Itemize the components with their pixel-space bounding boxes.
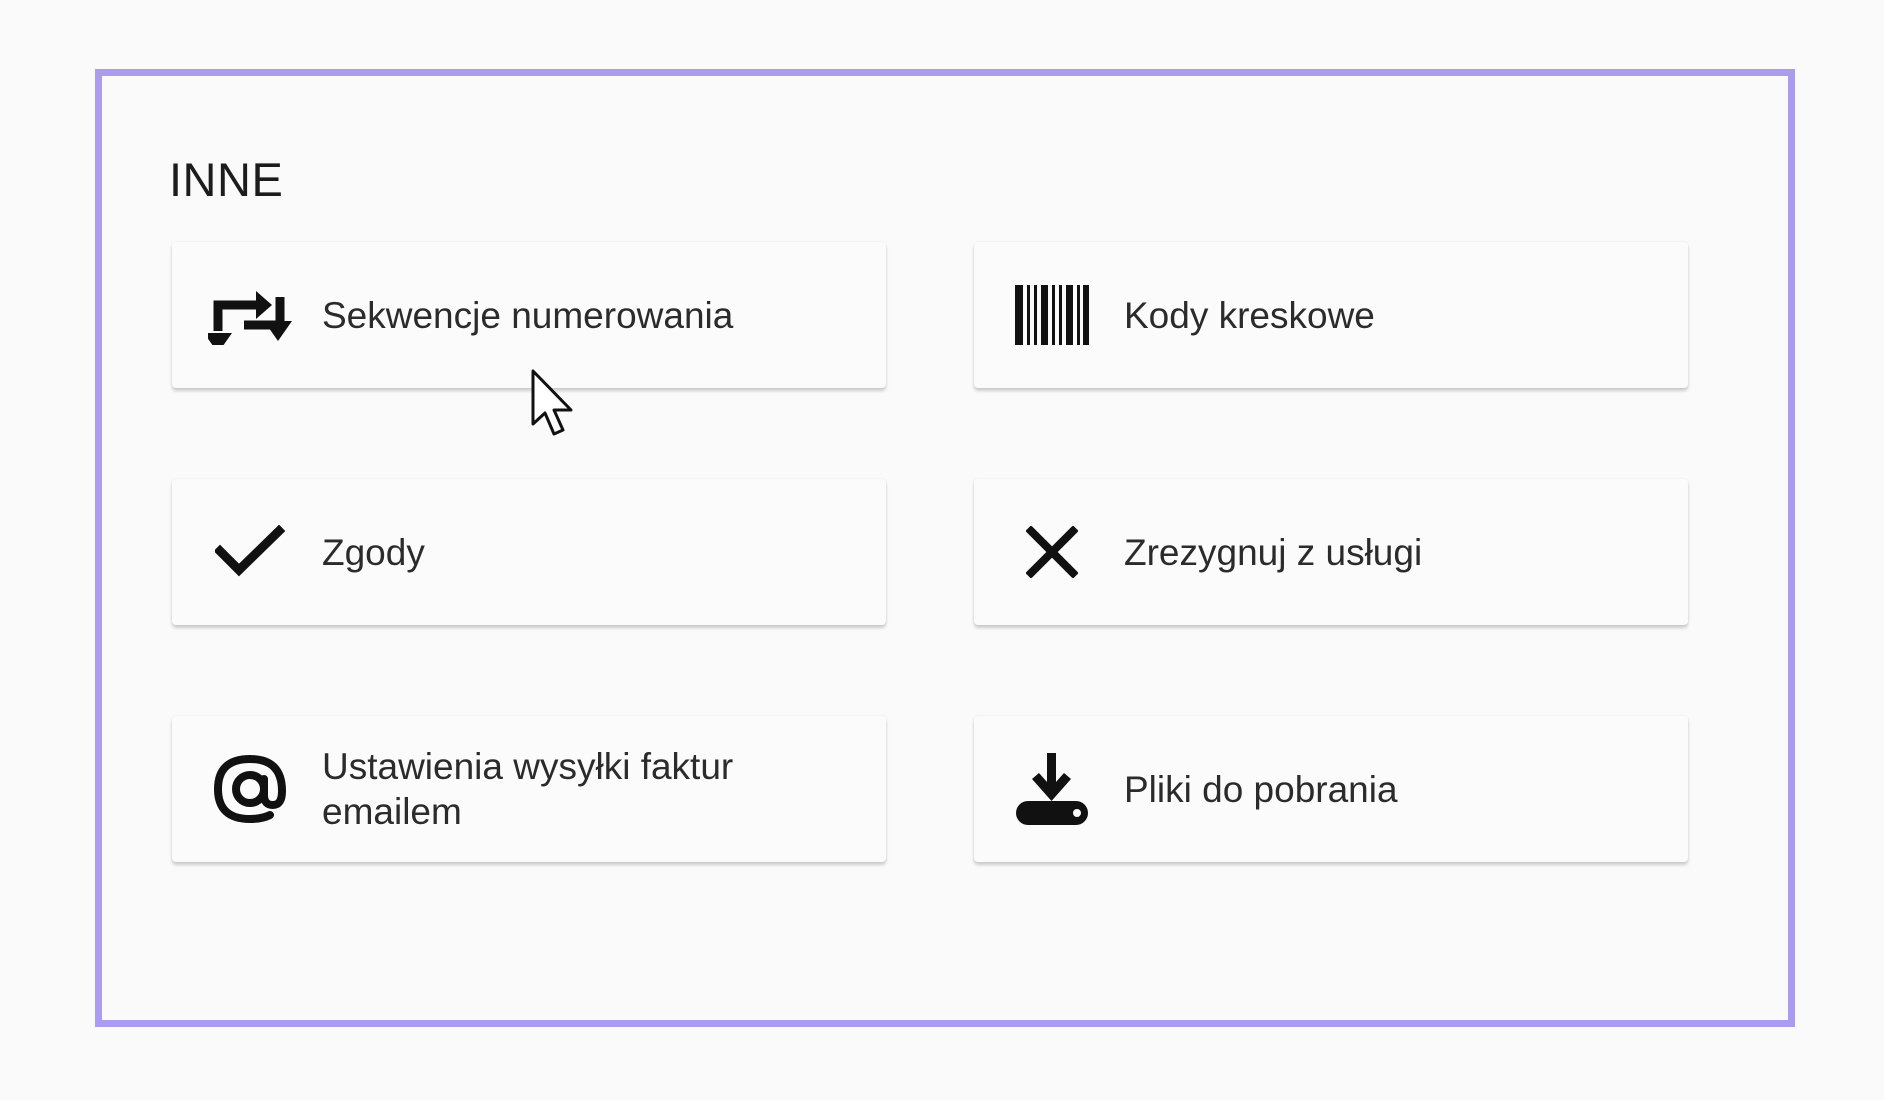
- download-icon: [1010, 747, 1094, 831]
- card-label: Ustawienia wysyłki faktur emailem: [322, 746, 734, 832]
- card-downloads[interactable]: Pliki do pobrania: [974, 716, 1688, 862]
- card-numbering-sequences[interactable]: Sekwencje numerowania: [172, 242, 886, 388]
- card-cancel-service[interactable]: Zrezygnuj z usługi: [974, 479, 1688, 625]
- card-label: Zrezygnuj z usługi: [1124, 531, 1423, 573]
- barcode-icon: [1010, 273, 1094, 357]
- section-title: INNE: [169, 153, 284, 206]
- card-barcodes[interactable]: Kody kreskowe: [974, 242, 1688, 388]
- at-sign-icon: [208, 747, 292, 831]
- card-label: Kody kreskowe: [1124, 294, 1375, 336]
- checkmark-icon: [208, 510, 292, 594]
- card-consents[interactable]: Zgody: [172, 479, 886, 625]
- repeat-arrows-icon: [208, 273, 292, 357]
- card-label: Sekwencje numerowania: [322, 294, 734, 336]
- card-label: Pliki do pobrania: [1124, 768, 1398, 810]
- card-label: Zgody: [322, 531, 425, 573]
- card-email-invoice-settings[interactable]: Ustawienia wysyłki faktur emailem: [172, 716, 886, 862]
- close-x-icon: [1010, 510, 1094, 594]
